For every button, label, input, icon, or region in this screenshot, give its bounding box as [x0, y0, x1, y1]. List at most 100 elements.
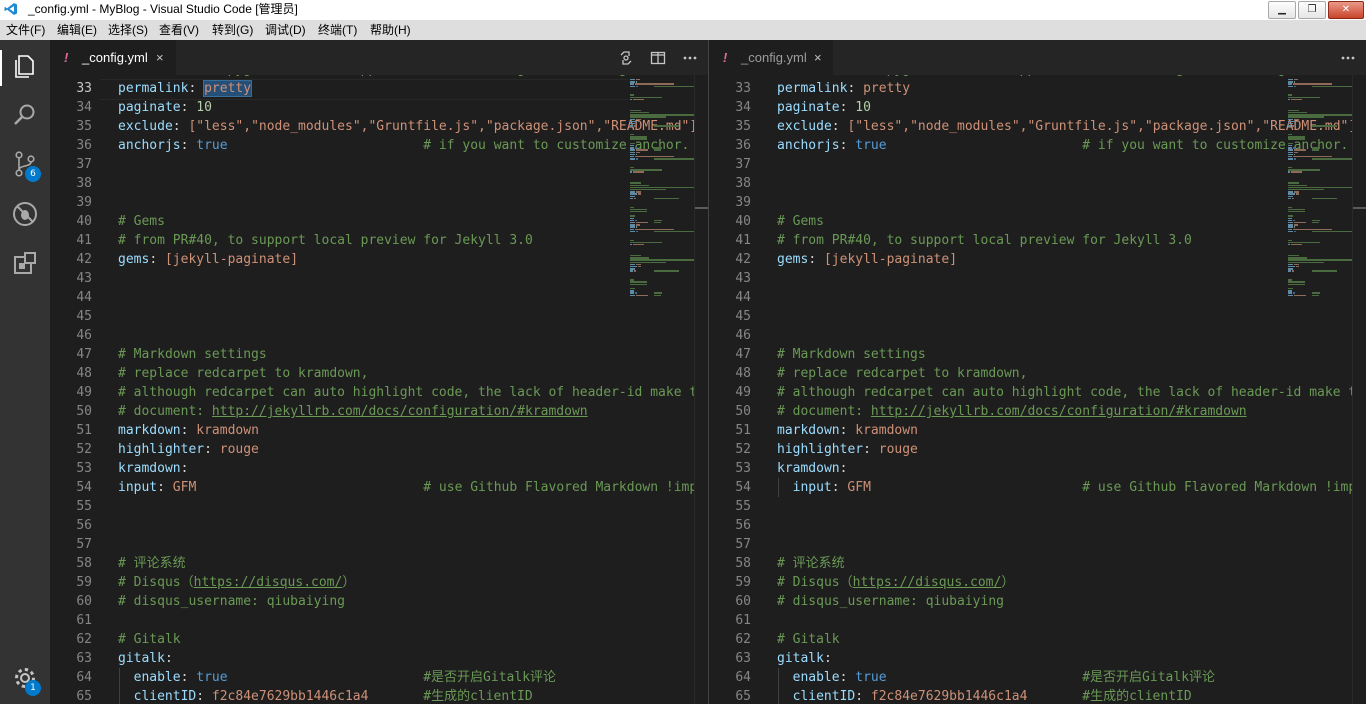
menu-terminal[interactable]: 终端(T) [318, 20, 357, 40]
minimap-line [1288, 153, 1293, 156]
line-number: 35 [735, 119, 751, 134]
minimap-line [1293, 228, 1333, 230]
minimap-line [1288, 109, 1300, 112]
extensions-icon[interactable] [11, 249, 39, 277]
line-content: # replace redcarpet to kramdown, [118, 364, 368, 383]
minimap-right[interactable] [1286, 75, 1354, 704]
minimap-line [630, 120, 637, 123]
yaml-colon: : [149, 252, 165, 267]
line-content: enable: true #是否开启Gitalk评论 [134, 668, 556, 687]
comment-text: # from 2016, 'pygments' is unsupported o… [118, 75, 708, 77]
open-changes-icon[interactable] [618, 50, 634, 66]
editor-group-left: ! _config.yml × 32# from 2016, 'pygments… [50, 40, 708, 704]
line-content: # although redcarpet can auto highlight … [777, 383, 1366, 402]
debug-icon[interactable] [11, 200, 39, 228]
menu-help[interactable]: 帮助(H) [370, 20, 411, 40]
tab-config-yml-left[interactable]: ! _config.yml × [50, 40, 176, 75]
close-tab-icon[interactable]: × [156, 40, 164, 75]
menu-selection[interactable]: 选择(S) [108, 20, 148, 40]
yaml-colon: : [855, 689, 871, 704]
menu-debug[interactable]: 调试(D) [265, 20, 306, 40]
minimize-button[interactable]: ▁ [1268, 1, 1296, 19]
minimap-line [630, 125, 633, 127]
minimap-line [630, 79, 636, 81]
close-window-button[interactable]: ✕ [1328, 1, 1364, 19]
line-content: kramdown: [118, 459, 196, 478]
line-number: 34 [735, 100, 751, 115]
line-number: 54 [735, 480, 751, 495]
minimap-line [630, 195, 635, 197]
menu-edit[interactable]: 编辑(E) [57, 20, 97, 40]
line-number: 65 [76, 689, 92, 704]
minimap-line [1291, 171, 1302, 173]
line-content: markdown: kramdown [118, 421, 259, 440]
more-actions-icon[interactable] [682, 50, 698, 66]
code-line: 42 gems: [jekyll-paginate] [709, 250, 1366, 269]
split-editor-icon[interactable] [650, 50, 666, 66]
comment-text: # Markdown settings [777, 347, 926, 362]
tab-label: _config.yml [82, 50, 148, 65]
code-line: 61 [50, 611, 708, 630]
menu-goto[interactable]: 转到(G) [212, 20, 253, 40]
minimap-line [1288, 197, 1291, 200]
minimap-line [634, 125, 636, 127]
minimap-line [630, 255, 642, 257]
comment-text: # Markdown settings [118, 347, 267, 362]
code-line: 46 [50, 326, 708, 345]
minimap-line [1288, 290, 1292, 292]
line-number: 55 [735, 499, 751, 514]
code-editor-right[interactable]: 32# from 2016, 'pygments' is unsupported… [709, 75, 1366, 704]
line-content: gitalk: [118, 649, 181, 668]
yaml-colon: : [180, 138, 197, 153]
yaml-key: clientID [792, 689, 856, 704]
code-line: 34 paginate: 10 [50, 98, 708, 117]
code-editor-left[interactable]: 32# from 2016, 'pygments' is unsupported… [50, 75, 708, 704]
scrollbar-left[interactable] [694, 75, 708, 704]
more-actions-icon[interactable] [1340, 50, 1356, 66]
line-content: gitalk: [777, 649, 840, 668]
code-line: 59 # Disqus（https://disqus.com/） [709, 573, 1366, 592]
minimap-line [630, 83, 635, 85]
restore-button[interactable]: ❐ [1298, 1, 1326, 19]
minimap-line [634, 270, 636, 272]
line-number: 50 [76, 404, 92, 419]
line-number: 46 [76, 328, 92, 343]
tab-config-yml-right[interactable]: ! _config.yml × [709, 40, 833, 75]
minimap-line [1288, 136, 1305, 138]
minimap-line [654, 147, 662, 149]
line-number: 47 [735, 347, 751, 362]
menu-view[interactable]: 查看(V) [159, 20, 199, 40]
minimap-line [1288, 241, 1320, 244]
minimap-line [1288, 182, 1300, 184]
search-icon[interactable] [11, 101, 39, 129]
minimap-line [1293, 149, 1306, 151]
minimap-line [636, 224, 640, 226]
minimap-line [1291, 244, 1302, 246]
minimap-line [1288, 281, 1305, 283]
minimap-line [1288, 292, 1292, 294]
minimap-line [1288, 228, 1293, 230]
minimap-line [1288, 120, 1295, 123]
code-line: 52 highlighter: rouge [709, 440, 1366, 459]
yaml-key: anchorjs [777, 138, 840, 153]
line-number: 44 [76, 290, 92, 305]
minimap-line [1288, 270, 1291, 272]
minimap-line [635, 149, 648, 151]
explorer-icon[interactable] [11, 52, 39, 80]
minimap-line [654, 292, 662, 294]
menu-file[interactable]: 文件(F) [6, 20, 45, 40]
warning-marker-icon: ! [64, 50, 69, 65]
minimap-line [1293, 191, 1299, 193]
scrollbar-right[interactable] [1352, 75, 1366, 704]
minimap-line [635, 294, 648, 296]
yaml-value: f2c84e7629bb1446c1a4 [211, 689, 369, 704]
yaml-colon: : [839, 423, 856, 438]
close-tab-icon[interactable]: × [814, 40, 822, 75]
minimap-line [1288, 222, 1293, 224]
minimap-left[interactable] [628, 75, 696, 704]
minimap-line [1293, 81, 1295, 83]
code-line: 63 gitalk: [50, 649, 708, 668]
yaml-colon: : [180, 461, 197, 476]
